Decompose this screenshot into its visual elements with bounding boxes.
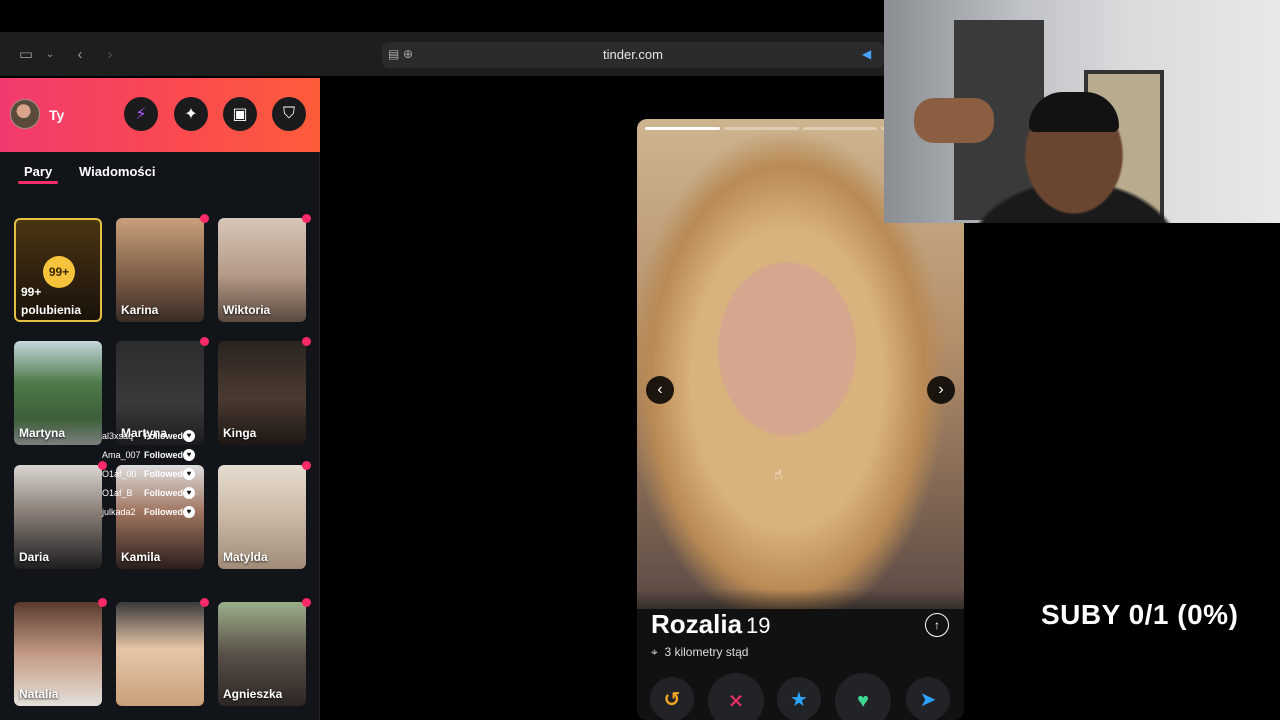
new-match-dot xyxy=(200,214,209,223)
superlike-button[interactable]: ★ xyxy=(777,677,821,720)
match-name: Daria xyxy=(19,550,50,564)
sidebar-tabs: Pary Wiadomości xyxy=(0,152,320,192)
follow-alert: O1af_00 Followed ♥ xyxy=(102,465,202,484)
follow-alert: al3xsaq Followed ♥ xyxy=(102,427,202,446)
follow-alert: O1af_B Followed ♥ xyxy=(102,484,202,503)
user-name[interactable]: Ty xyxy=(49,107,64,123)
profile-age: 19 xyxy=(746,613,771,638)
location-pin-icon: ⌖ xyxy=(651,645,658,659)
profile-distance: ⌖ 3 kilometry stąd xyxy=(651,645,749,659)
rewind-button[interactable]: ↺ xyxy=(650,677,694,720)
match-card[interactable]: Matylda xyxy=(218,465,306,569)
heart-icon: ♥ xyxy=(183,468,195,480)
audio-icon[interactable]: ◀ xyxy=(862,47,871,61)
tab-messages[interactable]: Wiadomości xyxy=(79,164,155,179)
sidebar-header: Ty ⚡ ✦ ▣ ⛉ xyxy=(0,78,320,152)
match-name: Kamila xyxy=(121,550,161,564)
match-card[interactable]: Agnieszka xyxy=(116,602,204,706)
photo-progress-segment[interactable] xyxy=(723,127,799,130)
subscriber-goal: SUBY 0/1 (0%) xyxy=(1041,599,1239,630)
browser-toolbar: ▭ ⌄ ‹ › ▤ ⊕ tinder.com ◀ xyxy=(0,32,884,76)
match-card[interactable]: Agnieszka xyxy=(218,602,306,706)
follow-alerts: al3xsaq Followed ♥ Ama_007 Followed ♥ O1… xyxy=(102,427,202,522)
match-name: Natalia xyxy=(19,687,59,701)
matches-sidebar: Ty ⚡ ✦ ▣ ⛉ Pary Wiadomości 99+ 99+ polub… xyxy=(0,78,320,720)
shield-icon[interactable]: ⛉ xyxy=(272,97,306,131)
likes-label: 99+ polubienia xyxy=(21,285,81,317)
likes-card[interactable]: 99+ 99+ polubienia xyxy=(14,218,102,322)
sidebar-toggle-icon[interactable]: ▭ xyxy=(14,42,38,66)
hand-cursor-icon: ☝ xyxy=(774,466,783,482)
hand xyxy=(914,98,994,143)
match-card[interactable]: Daria xyxy=(14,465,102,569)
match-name: Agnieszka xyxy=(223,687,283,701)
match-name: Karina xyxy=(121,303,159,317)
heart-icon: ♥ xyxy=(183,506,195,518)
profile-name: Rozalia 19 xyxy=(651,609,771,639)
match-name: Kinga xyxy=(223,426,257,440)
address-bar[interactable]: ▤ ⊕ tinder.com ◀ xyxy=(382,42,884,68)
cap xyxy=(1029,92,1119,132)
heart-icon: ♥ xyxy=(183,487,195,499)
new-match-dot xyxy=(302,461,311,470)
match-name: Wiktoria xyxy=(223,303,271,317)
back-button[interactable]: ‹ xyxy=(68,42,92,66)
active-tab-indicator xyxy=(18,181,58,184)
chevron-down-icon[interactable]: ⌄ xyxy=(38,42,62,66)
previous-photo-button[interactable]: ‹ xyxy=(646,376,674,404)
avatar[interactable] xyxy=(10,99,40,129)
new-match-dot xyxy=(98,598,107,607)
match-card[interactable]: Martyna xyxy=(14,341,102,445)
photo-progress-segment[interactable] xyxy=(802,127,878,130)
match-name: Matylda xyxy=(223,550,268,564)
open-profile-button[interactable]: ↑ xyxy=(925,613,949,637)
match-card[interactable]: Kinga xyxy=(218,341,306,445)
new-match-dot xyxy=(302,214,311,223)
like-button[interactable]: ♥ xyxy=(835,673,891,720)
nope-button[interactable]: ✕ xyxy=(708,673,764,720)
tab-matches[interactable]: Pary xyxy=(24,164,52,179)
new-match-dot xyxy=(200,337,209,346)
photo-progress-segment[interactable] xyxy=(645,127,720,130)
new-match-dot xyxy=(200,598,209,607)
boost-icon[interactable]: ⚡ xyxy=(124,97,158,131)
boost-button[interactable]: ➤ xyxy=(906,677,950,720)
webcam-overlay xyxy=(884,0,1280,223)
explore-icon[interactable]: ✦ xyxy=(174,97,208,131)
heart-icon: ♥ xyxy=(183,449,195,461)
match-name: Martyna xyxy=(19,426,66,440)
match-card[interactable]: Natalia xyxy=(14,602,102,706)
match-card[interactable]: Karina xyxy=(116,218,204,322)
next-photo-button[interactable]: › xyxy=(927,376,955,404)
forward-button[interactable]: › xyxy=(98,42,122,66)
new-match-dot xyxy=(302,337,311,346)
briefcase-icon[interactable]: ▣ xyxy=(223,97,257,131)
new-match-dot xyxy=(302,598,311,607)
follow-alert: Ama_007 Followed ♥ xyxy=(102,446,202,465)
match-card[interactable]: Wiktoria xyxy=(218,218,306,322)
follow-alert: julkada2 Followed ♥ xyxy=(102,503,202,522)
heart-icon: ♥ xyxy=(183,430,195,442)
browser-chrome: ▭ ⌄ ‹ › ▤ ⊕ tinder.com ◀ xyxy=(0,0,884,78)
url-text: tinder.com xyxy=(603,47,663,62)
